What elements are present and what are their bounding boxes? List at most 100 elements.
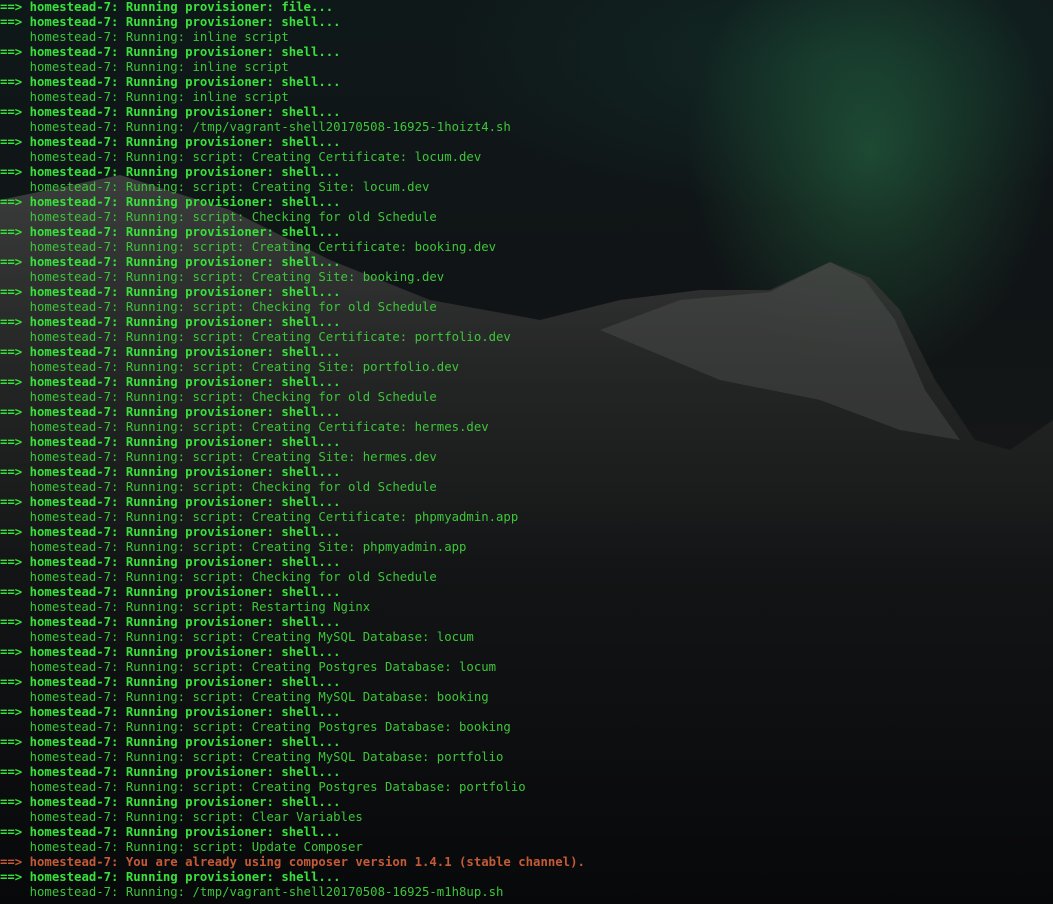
terminal-header-line: ==> homestead-7: Running provisioner: sh…	[0, 195, 585, 210]
terminal-detail-line: homestead-7: Running: script: Creating M…	[0, 690, 585, 705]
terminal-detail-line: homestead-7: Running: inline script	[0, 30, 585, 45]
line-text: homestead-7: Running provisioner: shell.…	[22, 345, 341, 359]
prompt-arrow: ==>	[0, 645, 23, 659]
terminal-header-line: ==> homestead-7: Running provisioner: sh…	[0, 585, 585, 600]
prompt-arrow: ==>	[0, 435, 23, 449]
terminal-window[interactable]: ==> homestead-7: Running provisioner: fi…	[0, 0, 1053, 904]
prompt-arrow: ==>	[0, 165, 23, 179]
line-text: homestead-7: Running: script: Restarting…	[0, 600, 371, 614]
terminal-detail-line: homestead-7: Running: script: Checking f…	[0, 300, 585, 315]
prompt-arrow: ==>	[0, 465, 23, 479]
prompt-arrow: ==>	[0, 105, 23, 119]
line-text: homestead-7: Running provisioner: shell.…	[22, 765, 341, 779]
prompt-arrow: ==>	[0, 870, 23, 884]
terminal-header-line: ==> homestead-7: Running provisioner: sh…	[0, 285, 585, 300]
terminal-header-line: ==> homestead-7: Running provisioner: sh…	[0, 870, 585, 885]
line-text: homestead-7: Running provisioner: shell.…	[22, 225, 341, 239]
line-text: homestead-7: Running provisioner: shell.…	[22, 735, 341, 749]
line-text: homestead-7: Running: inline script	[0, 90, 289, 104]
terminal-warning-line: ==> homestead-7: You are already using c…	[0, 855, 585, 870]
line-text: homestead-7: Running: script: Creating M…	[0, 690, 489, 704]
terminal-header-line: ==> homestead-7: Running provisioner: sh…	[0, 105, 585, 120]
prompt-arrow: ==>	[0, 495, 23, 509]
line-text: homestead-7: Running: script: Creating C…	[0, 510, 519, 524]
line-text: homestead-7: Running provisioner: shell.…	[22, 495, 341, 509]
prompt-arrow: ==>	[0, 195, 23, 209]
terminal-header-line: ==> homestead-7: Running provisioner: sh…	[0, 765, 585, 780]
line-text: homestead-7: Running: script: Checking f…	[0, 570, 437, 584]
terminal-detail-line: homestead-7: Running: script: Restarting…	[0, 600, 585, 615]
terminal-header-line: ==> homestead-7: Running provisioner: sh…	[0, 705, 585, 720]
line-text: homestead-7: Running provisioner: shell.…	[22, 585, 341, 599]
prompt-arrow: ==>	[0, 765, 23, 779]
terminal-header-line: ==> homestead-7: Running provisioner: sh…	[0, 165, 585, 180]
line-text: homestead-7: Running provisioner: shell.…	[22, 675, 341, 689]
terminal-detail-line: homestead-7: Running: script: Checking f…	[0, 480, 585, 495]
line-text: homestead-7: Running: script: Creating S…	[0, 540, 467, 554]
line-text: homestead-7: Running: script: Creating M…	[0, 630, 474, 644]
terminal-header-line: ==> homestead-7: Running provisioner: sh…	[0, 555, 585, 570]
prompt-arrow: ==>	[0, 0, 23, 14]
terminal-detail-line: homestead-7: Running: script: Update Com…	[0, 840, 585, 855]
terminal-output: ==> homestead-7: Running provisioner: fi…	[0, 0, 585, 900]
terminal-detail-line: homestead-7: Running: script: Checking f…	[0, 210, 585, 225]
terminal-detail-line: homestead-7: Running: script: Creating S…	[0, 450, 585, 465]
line-text: homestead-7: Running provisioner: shell.…	[22, 555, 341, 569]
terminal-detail-line: homestead-7: Running: script: Creating S…	[0, 180, 585, 195]
line-text: homestead-7: Running provisioner: shell.…	[22, 15, 341, 29]
line-text: homestead-7: Running provisioner: shell.…	[22, 375, 341, 389]
terminal-header-line: ==> homestead-7: Running provisioner: fi…	[0, 0, 585, 15]
line-text: homestead-7: Running provisioner: file..…	[22, 0, 334, 14]
line-text: homestead-7: Running: script: Creating P…	[0, 780, 526, 794]
line-text: homestead-7: Running provisioner: shell.…	[22, 435, 341, 449]
terminal-header-line: ==> homestead-7: Running provisioner: sh…	[0, 495, 585, 510]
line-text: homestead-7: Running provisioner: shell.…	[22, 870, 341, 884]
prompt-arrow: ==>	[0, 675, 23, 689]
prompt-arrow: ==>	[0, 525, 23, 539]
terminal-detail-line: homestead-7: Running: script: Creating C…	[0, 240, 585, 255]
line-text: homestead-7: Running: script: Checking f…	[0, 480, 437, 494]
prompt-arrow: ==>	[0, 585, 23, 599]
line-text: homestead-7: Running: script: Creating P…	[0, 660, 497, 674]
line-text: homestead-7: Running provisioner: shell.…	[22, 45, 341, 59]
prompt-arrow: ==>	[0, 45, 23, 59]
terminal-detail-line: homestead-7: Running: /tmp/vagrant-shell…	[0, 885, 585, 900]
terminal-header-line: ==> homestead-7: Running provisioner: sh…	[0, 735, 585, 750]
terminal-detail-line: homestead-7: Running: inline script	[0, 90, 585, 105]
prompt-arrow: ==>	[0, 855, 23, 869]
prompt-arrow: ==>	[0, 555, 23, 569]
terminal-header-line: ==> homestead-7: Running provisioner: sh…	[0, 225, 585, 240]
terminal-detail-line: homestead-7: Running: script: Checking f…	[0, 390, 585, 405]
prompt-arrow: ==>	[0, 405, 23, 419]
terminal-detail-line: homestead-7: Running: script: Creating S…	[0, 270, 585, 285]
prompt-arrow: ==>	[0, 795, 23, 809]
prompt-arrow: ==>	[0, 135, 23, 149]
prompt-arrow: ==>	[0, 315, 23, 329]
terminal-detail-line: homestead-7: Running: script: Creating C…	[0, 420, 585, 435]
line-text: homestead-7: Running: script: Creating S…	[0, 450, 437, 464]
terminal-header-line: ==> homestead-7: Running provisioner: sh…	[0, 315, 585, 330]
prompt-arrow: ==>	[0, 225, 23, 239]
prompt-arrow: ==>	[0, 615, 23, 629]
line-text: homestead-7: Running: script: Creating S…	[0, 180, 430, 194]
line-text: homestead-7: Running provisioner: shell.…	[22, 285, 341, 299]
line-text: homestead-7: Running: inline script	[0, 30, 289, 44]
terminal-detail-line: homestead-7: Running: script: Creating M…	[0, 630, 585, 645]
prompt-arrow: ==>	[0, 345, 23, 359]
terminal-header-line: ==> homestead-7: Running provisioner: sh…	[0, 15, 585, 30]
terminal-detail-line: homestead-7: Running: script: Creating S…	[0, 360, 585, 375]
terminal-detail-line: homestead-7: Running: script: Creating P…	[0, 720, 585, 735]
line-text: homestead-7: Running provisioner: shell.…	[22, 75, 341, 89]
terminal-header-line: ==> homestead-7: Running provisioner: sh…	[0, 435, 585, 450]
terminal-header-line: ==> homestead-7: Running provisioner: sh…	[0, 825, 585, 840]
line-text: homestead-7: Running provisioner: shell.…	[22, 645, 341, 659]
line-text: homestead-7: Running: script: Creating S…	[0, 270, 445, 284]
terminal-header-line: ==> homestead-7: Running provisioner: sh…	[0, 375, 585, 390]
terminal-header-line: ==> homestead-7: Running provisioner: sh…	[0, 645, 585, 660]
line-text: homestead-7: Running provisioner: shell.…	[22, 465, 341, 479]
line-text: homestead-7: Running provisioner: shell.…	[22, 615, 341, 629]
line-text: homestead-7: Running provisioner: shell.…	[22, 105, 341, 119]
line-text: homestead-7: Running: script: Checking f…	[0, 210, 437, 224]
line-text: homestead-7: Running: script: Checking f…	[0, 390, 437, 404]
terminal-header-line: ==> homestead-7: Running provisioner: sh…	[0, 135, 585, 150]
